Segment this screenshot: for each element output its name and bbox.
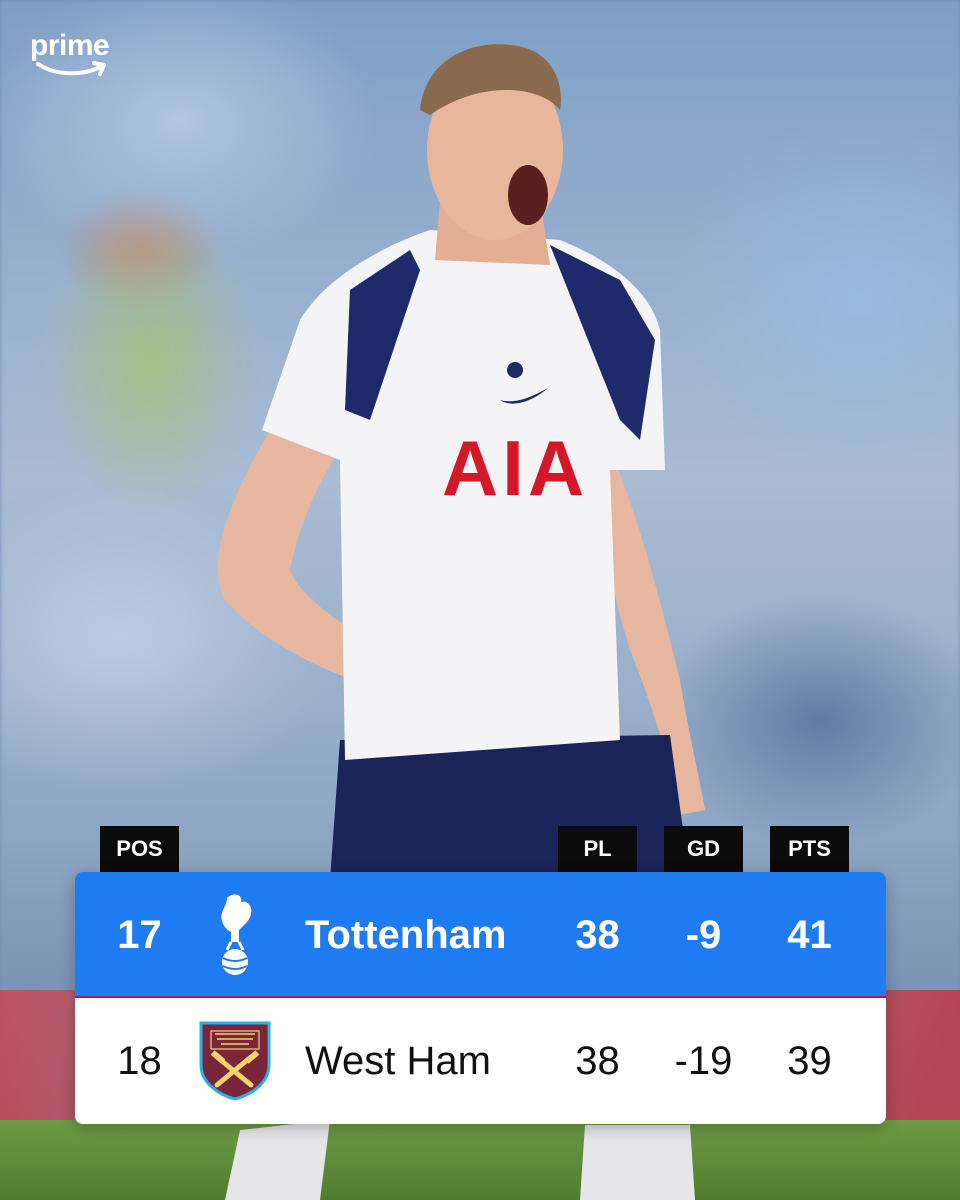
- header-pos: POS: [100, 826, 179, 872]
- prime-logo-text: prime: [30, 29, 110, 62]
- svg-text:AIA: AIA: [442, 424, 588, 512]
- header-pts: PTS: [770, 826, 849, 872]
- row-played: 38: [575, 1038, 620, 1083]
- row-goal-difference: -9: [685, 912, 722, 957]
- tottenham-cockerel-crest-icon: [195, 872, 275, 998]
- west-ham-crest-icon: [195, 998, 275, 1124]
- row-points: 39: [787, 1038, 832, 1083]
- row-points: 41: [787, 912, 832, 957]
- prime-logo: prime: [30, 30, 120, 90]
- amazon-smile-icon: [36, 61, 106, 76]
- table-row-west-ham: 18 West Ham 38 -19 39: [75, 998, 886, 1124]
- header-pl: PL: [558, 826, 637, 872]
- standings-table: 17 Tottenham 38 -9 41 18 West Ham 38 -19…: [75, 872, 886, 1124]
- table-row-tottenham: 17 Tottenham 38 -9 41: [75, 872, 886, 999]
- row-position: 17: [117, 912, 162, 957]
- header-gd: GD: [664, 826, 743, 872]
- row-goal-difference: -19: [674, 1038, 733, 1083]
- row-played: 38: [575, 912, 620, 957]
- row-position: 18: [117, 1038, 162, 1083]
